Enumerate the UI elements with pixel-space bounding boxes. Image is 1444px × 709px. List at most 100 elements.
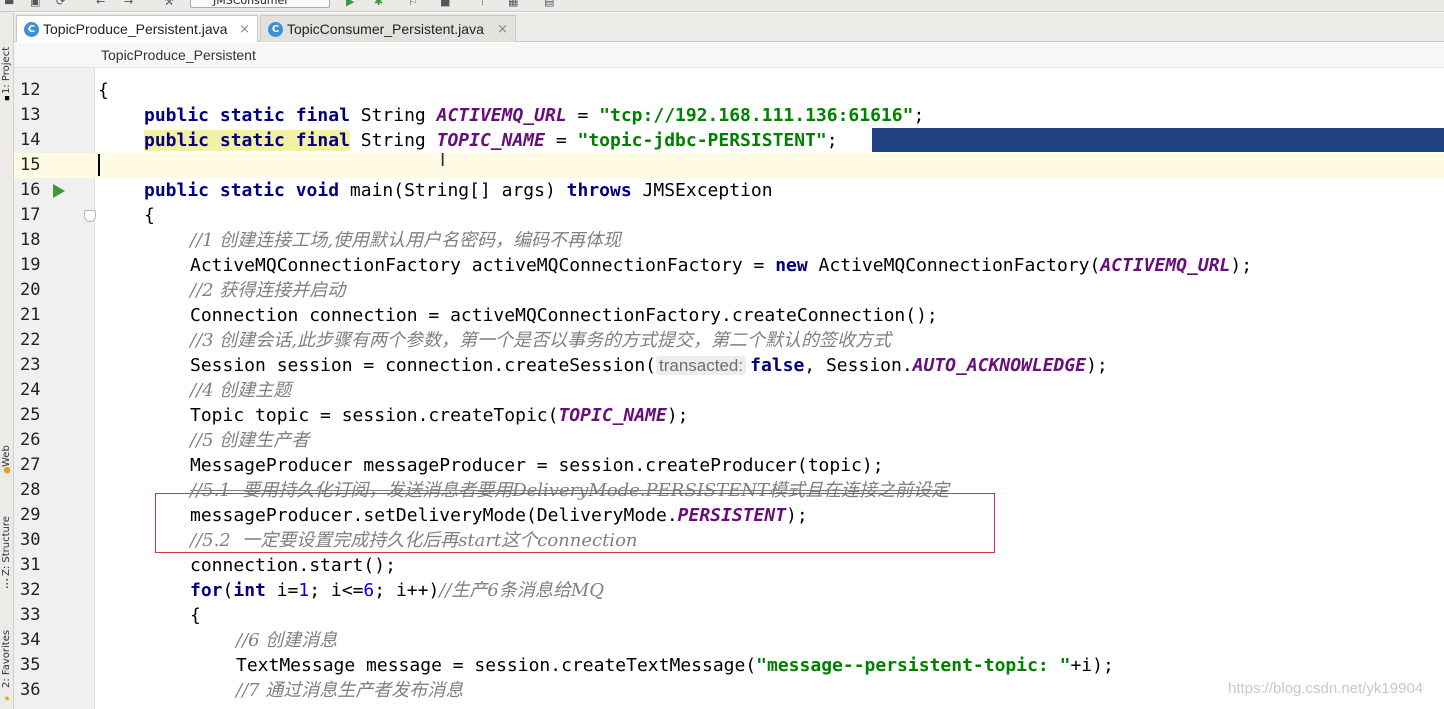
code-line-18: //1 创建连接工场,使用默认用户名密码，编码不再体现 — [190, 228, 621, 253]
annotation-box — [155, 493, 995, 553]
code-text: TOPIC_NAME — [436, 130, 545, 151]
line-number: 24 — [20, 380, 41, 400]
tab-topicproduce-persistent[interactable]: C TopicProduce_Persistent.java × — [16, 15, 258, 42]
code-text: ; — [913, 105, 925, 126]
code-line-16: public static void main(String[] args) t… — [144, 178, 773, 203]
parameter-hint: transacted: — [656, 356, 747, 375]
sdk-icon[interactable]: ▤ — [544, 0, 558, 8]
run-icon[interactable]: ▶ — [346, 0, 360, 8]
debug-icon[interactable]: ✱ — [374, 0, 388, 8]
structure-tool-button[interactable]: Z: Structure — [0, 496, 14, 576]
run-main-icon[interactable] — [53, 184, 65, 198]
code-text: Topic topic = session.createTopic( — [190, 405, 559, 426]
code-text: ACTIVEMQ_URL — [1100, 255, 1231, 276]
coverage-icon[interactable]: ⚐ — [408, 0, 422, 8]
code-comment: //7 通过消息生产者发布消息 — [236, 680, 464, 701]
project-icon: ▪ — [3, 91, 11, 104]
web-icon: ● — [3, 463, 11, 476]
code-line-27: MessageProducer messageProducer = sessio… — [190, 453, 884, 478]
java-class-icon: C — [24, 22, 39, 37]
code-comment: //5 创建生产者 — [190, 430, 310, 451]
code-text: "topic-jdbc-PERSISTENT" — [577, 130, 827, 151]
code-text: ACTIVEMQ_URL — [436, 105, 567, 126]
code-text: throws — [566, 180, 632, 201]
code-text: public static final — [144, 105, 350, 126]
breadcrumb[interactable]: TopicProduce_Persistent — [14, 43, 1444, 68]
code-line-24: //4 创建主题 — [190, 378, 291, 403]
tab-label: TopicConsumer_Persistent.java — [287, 21, 484, 37]
left-tool-strip: 1: Project ▪ Web ● Z: Structure ⋮ 2: Fav… — [0, 12, 14, 709]
line-number: 20 — [20, 280, 41, 300]
fold-marker-icon[interactable] — [84, 210, 96, 222]
code-text: ; i++) — [374, 580, 440, 601]
stop-icon[interactable]: ■ — [440, 0, 454, 8]
code-text: main(String[] args) — [339, 180, 567, 201]
code-text: ActiveMQConnectionFactory activeMQConnec… — [190, 255, 776, 276]
code-text: Session session = connection.createSessi… — [190, 355, 656, 376]
line-number: 30 — [20, 530, 41, 550]
close-icon[interactable]: × — [497, 16, 508, 43]
code-comment: //4 创建主题 — [190, 380, 292, 401]
line-number: 19 — [20, 255, 41, 275]
code-text: ; — [826, 130, 838, 151]
code-text: , Session. — [804, 355, 913, 376]
code-line-19: ActiveMQConnectionFactory activeMQConnec… — [190, 253, 1252, 278]
code-comment: //生产6条消息给MQ — [439, 580, 605, 601]
code-text: public static void — [144, 180, 340, 201]
back-icon[interactable]: ← — [96, 0, 110, 8]
project-tool-button[interactable]: 1: Project — [0, 24, 14, 94]
close-icon[interactable]: × — [239, 16, 250, 43]
line-number: 21 — [20, 305, 41, 325]
code-comment: //6 创建消息 — [236, 630, 338, 651]
code-line-13: public static final String ACTIVEMQ_URL … — [144, 103, 924, 128]
code-text: for — [190, 580, 223, 601]
code-line-23: Session session = connection.createSessi… — [190, 353, 1108, 378]
ibeam-cursor-icon: I — [440, 150, 446, 171]
line-number: 14 — [20, 130, 41, 150]
code-text: connection.start(); — [190, 555, 396, 576]
sync-icon[interactable]: ⟳ — [56, 0, 70, 8]
run-config-select[interactable]: JMSConsumer — [190, 0, 330, 8]
code-line-36: //7 通过消息生产者发布消息 — [236, 678, 463, 703]
code-text: String — [349, 105, 437, 126]
forward-icon[interactable]: → — [124, 0, 138, 8]
code-text: ); — [1086, 355, 1108, 376]
vcs-icon[interactable]: ⇡ — [478, 0, 492, 8]
code-text: false — [750, 355, 805, 376]
code-text: ); — [1230, 255, 1253, 276]
line-number: 12 — [20, 80, 41, 100]
code-text: 1 — [298, 580, 310, 601]
save-icon[interactable]: ▣ — [30, 0, 44, 8]
line-number: 33 — [20, 605, 41, 625]
line-number: 18 — [20, 230, 41, 250]
tab-topicconsumer-persistent[interactable]: C TopicConsumer_Persistent.java × — [260, 15, 516, 42]
line-number: 31 — [20, 555, 41, 575]
menu-icon[interactable]: ▬ — [4, 0, 18, 8]
line-number: 23 — [20, 355, 41, 375]
structure-strip-icon: ⋮ — [1, 577, 13, 590]
code-text: ActiveMQConnectionFactory( — [807, 255, 1101, 276]
code-text: { — [98, 80, 109, 101]
code-text: String — [349, 130, 437, 151]
line-number: 25 — [20, 405, 41, 425]
line-number: 13 — [20, 105, 41, 125]
code-text: "tcp://192.168.111.136:61616" — [599, 105, 914, 126]
code-text: TextMessage message = session.createText… — [236, 655, 757, 676]
line-number: 35 — [20, 655, 41, 675]
star-icon: ★ — [3, 691, 11, 704]
code-text: i= — [265, 580, 299, 601]
favorites-tool-button[interactable]: 2: Favorites — [0, 612, 14, 688]
code-text: "message--persistent-topic: " — [756, 655, 1071, 676]
code-line-32: for(int i=1; i<=6; i++)//生产6条消息给MQ — [190, 578, 604, 603]
line-number: 29 — [20, 505, 41, 525]
code-text: public static final — [144, 130, 350, 151]
code-line-33: { — [190, 603, 201, 628]
web-tool-button[interactable]: Web — [0, 427, 14, 467]
structure-icon[interactable]: ▦ — [508, 0, 522, 8]
code-text: TOPIC_NAME — [558, 405, 667, 426]
build-icon[interactable]: ⚒ — [164, 0, 178, 8]
code-line-22: //3 创建会话,此步骤有两个参数，第一个是否以事务的方式提交，第二个默认的签收… — [190, 328, 891, 353]
line-number: 34 — [20, 630, 41, 650]
text-selection — [872, 128, 1444, 152]
code-comment: //1 创建连接工场,使用默认用户名密码，编码不再体现 — [190, 230, 622, 251]
